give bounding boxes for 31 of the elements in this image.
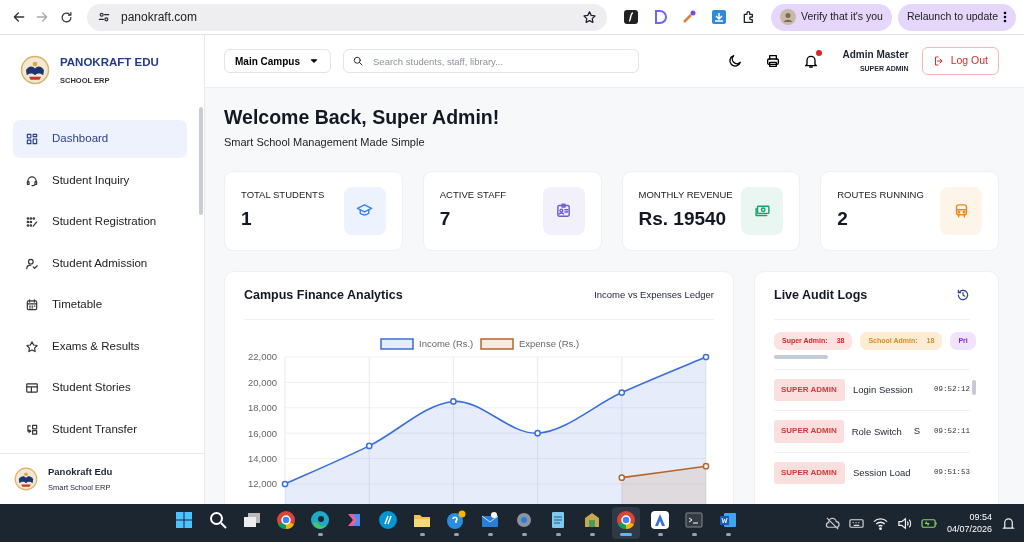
log-detail: S <box>913 424 920 439</box>
legend-label: Income (Rs.) <box>419 338 474 350</box>
welcome-subtitle: Smart School Management Made Simple <box>224 135 426 151</box>
panel-subtitle: Income vs Expenses Ledger <box>594 288 714 303</box>
role-tag: SUPER ADMIN <box>774 420 844 443</box>
axis-tick-label: 22,000 <box>248 351 277 363</box>
stat-value: 2 <box>837 207 849 232</box>
footer-title: Panokraft Edu <box>48 465 113 480</box>
stat-value: 1 <box>241 207 253 232</box>
role-tag: SUPER ADMIN <box>774 378 845 402</box>
stat-label: ROUTES RUNNING <box>837 188 924 202</box>
axis-tick-label: 16,000 <box>248 427 277 439</box>
brand-name: PANOKRAFT EDU <box>60 55 159 71</box>
stat-value: Rs. 19540 <box>638 207 728 232</box>
stat-label: TOTAL STUDENTS <box>241 188 325 202</box>
log-action: Role Switch <box>851 424 903 439</box>
log-action: Login Session <box>853 383 914 397</box>
axis-tick-label: 18,000 <box>248 402 277 414</box>
log-action: Session Load <box>853 466 912 480</box>
axis-tick-label: 12,000 <box>248 478 277 490</box>
axis-tick-label: 14,000 <box>248 453 277 464</box>
panel-title: Campus Finance Analytics <box>244 287 403 303</box>
stat-value: 7 <box>439 207 452 232</box>
panel-title: Live Audit Logs <box>774 287 868 303</box>
user-name: Admin Master <box>842 48 909 63</box>
legend-label: Expense (Rs.) <box>519 338 580 350</box>
axis-tick-label: 20,000 <box>248 376 277 388</box>
stat-label: ACTIVE STAFF <box>439 188 507 202</box>
welcome-title: Welcome Back, Super Admin! <box>224 106 501 130</box>
role-tag: SUPER ADMIN <box>774 461 845 485</box>
stat-label: MONTHLY REVENUE <box>638 188 733 202</box>
